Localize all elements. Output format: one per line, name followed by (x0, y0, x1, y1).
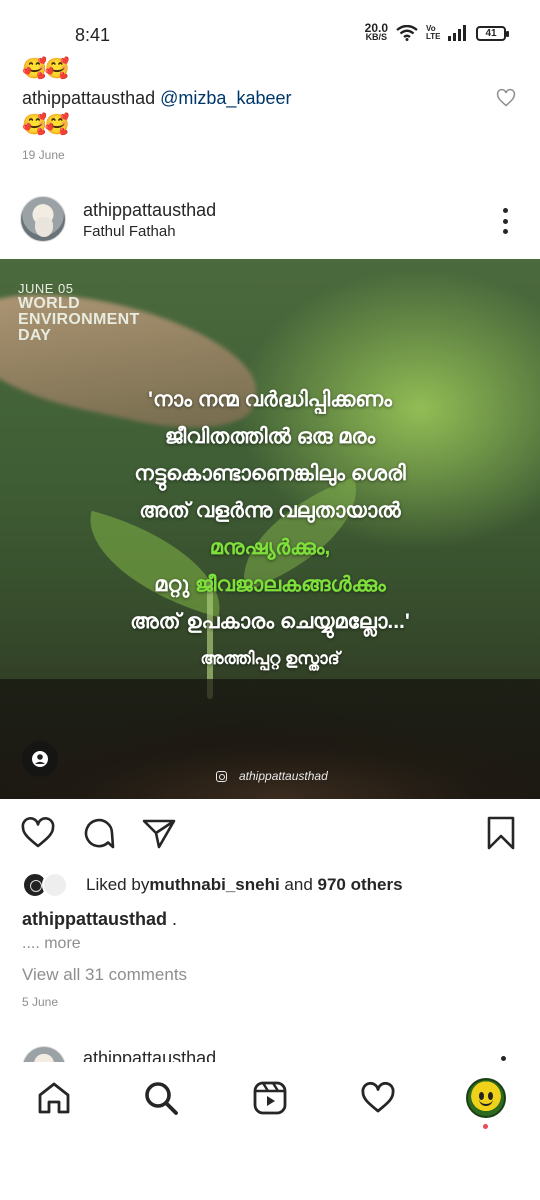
search-icon (145, 1082, 178, 1115)
more-icon[interactable] (502, 208, 508, 234)
post-date: 5 June (22, 995, 59, 1009)
comment-text: athippattausthad @mizba_kabeer (22, 88, 291, 109)
avatar-mouth (479, 1099, 493, 1106)
caption-more-link[interactable]: .... more (22, 935, 81, 953)
quote-line: അത് ഉപകാരം ചെയ്യുമല്ലോ...' (130, 610, 410, 633)
notification-dot (483, 1124, 488, 1129)
home-icon (38, 1082, 70, 1114)
comment-emoji-top: 🥰🥰 (22, 58, 70, 80)
wifi-icon (396, 25, 418, 41)
liker-avatars (22, 871, 80, 899)
watermark-text: athippattausthad (239, 769, 328, 783)
more-icon[interactable] (501, 1056, 506, 1061)
nav-home[interactable] (34, 1078, 74, 1118)
instagram-icon (216, 770, 227, 782)
event-title-line: WORLD (18, 295, 80, 312)
nav-profile-avatar[interactable] (466, 1078, 506, 1118)
quote-word: മറ്റു (154, 573, 195, 596)
event-title: WORLD ENVIRONMENT DAY (18, 296, 178, 344)
volte-indicator: Vo LTE (426, 24, 441, 41)
nav-search[interactable] (141, 1078, 181, 1118)
bookmark-icon[interactable] (483, 815, 519, 851)
status-time: 8:41 (75, 25, 111, 45)
quote-line: അത് വളർന്നു വലുതായാൽ (139, 499, 401, 522)
comment-icon[interactable] (81, 815, 117, 851)
user-tag-icon[interactable] (22, 741, 58, 777)
liker-avatar (42, 872, 68, 898)
heart-icon[interactable] (20, 815, 56, 851)
quote-author: അത്തിപ്പറ്റ ഉസ്താദ് (200, 649, 340, 668)
network-speed-unit: KB/S (365, 32, 388, 42)
next-post-username[interactable]: athippattausthad (83, 1048, 216, 1062)
likes-others[interactable]: 970 others (318, 875, 403, 895)
status-indicators: 20.0 KB/S Vo LTE 41 (365, 22, 509, 42)
quote-line-highlight: മനുഷ്യർക്കും, (209, 536, 331, 559)
next-post-header: athippattausthad (0, 1040, 540, 1062)
likes-and: and (279, 875, 318, 894)
reels-icon (253, 1081, 287, 1115)
likes-prefix: Liked by (86, 875, 150, 894)
battery-level: 41 (485, 27, 497, 39)
quote-line: മറ്റു ജീവജാലകങ്ങൾക്കും (0, 566, 540, 603)
network-speed: 20.0 KB/S (365, 22, 388, 42)
quote-line: 'നാം നന്മ വർദ്ധിപ്പിക്കണം (148, 388, 392, 411)
event-title-line: DAY (18, 327, 52, 344)
quote-text: 'നാം നന്മ വർദ്ധിപ്പിക്കണം ജീവിതത്തിൽ ഒരു… (0, 381, 540, 677)
post-actions (0, 812, 540, 856)
nav-activity[interactable] (358, 1078, 398, 1118)
bottom-nav (0, 1062, 540, 1142)
nav-reels[interactable] (250, 1078, 290, 1118)
watermark-handle: athippattausthad (216, 769, 328, 783)
comment-date: 19 June (22, 148, 65, 162)
likes-summary[interactable]: Liked by muthnabi_snehi and 970 others (22, 871, 403, 899)
caption-username[interactable]: athippattausthad (22, 909, 167, 929)
signal-icon (448, 25, 466, 41)
post-username[interactable]: athippattausthad (83, 200, 216, 221)
event-title-line: ENVIRONMENT (18, 311, 140, 328)
activity-icon (361, 1081, 395, 1113)
post-caption: athippattausthad . (22, 909, 177, 930)
next-post-avatar[interactable] (22, 1046, 66, 1062)
post-location[interactable]: Fathul Fathah (83, 223, 176, 240)
comment-emoji: 🥰🥰 (22, 114, 70, 136)
comment-like-heart-icon[interactable] (496, 88, 516, 108)
view-comments-link[interactable]: View all 31 comments (22, 965, 187, 985)
quote-word-highlight: ജീവജാലകങ്ങൾക്കും (195, 573, 386, 596)
share-icon[interactable] (141, 815, 177, 851)
event-date: JUNE 05 (18, 281, 74, 296)
quote-line: ജീവിതത്തിൽ ഒരു മരം (164, 425, 376, 448)
comment-username[interactable]: athippattausthad (22, 88, 155, 108)
caption-text: . (167, 909, 178, 929)
battery-icon: 41 (476, 25, 509, 41)
post-avatar[interactable] (20, 196, 66, 242)
comment-mention[interactable]: @mizba_kabeer (160, 88, 291, 108)
status-bar: 8:41 20.0 KB/S Vo LTE 41 (0, 0, 540, 58)
post-image[interactable]: JUNE 05 WORLD ENVIRONMENT DAY 'നാം നന്മ … (0, 259, 540, 799)
likes-user[interactable]: muthnabi_snehi (149, 875, 279, 895)
post-header: athippattausthad Fathul Fathah (0, 192, 540, 252)
quote-line: നട്ടുകൊണ്ടാണെങ്കിലും ശെരി (134, 462, 406, 485)
